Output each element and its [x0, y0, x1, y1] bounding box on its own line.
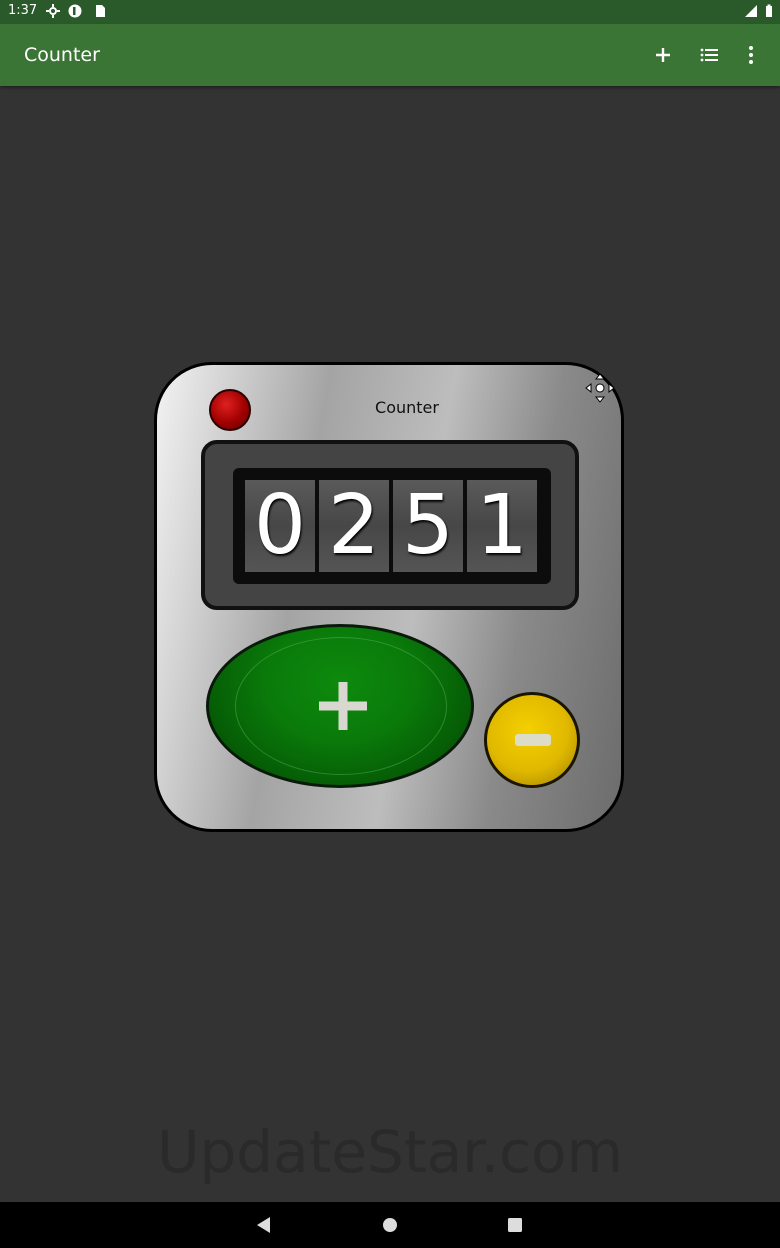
settings-icon — [46, 4, 60, 18]
home-icon[interactable] — [379, 1214, 401, 1236]
digit-hundreds: 2 — [319, 480, 389, 572]
app-bar: Counter — [0, 24, 780, 86]
digit-thousands: 0 — [245, 480, 315, 572]
back-icon[interactable] — [253, 1214, 275, 1236]
status-bar: 1:37 — [0, 0, 780, 24]
list-icon[interactable] — [695, 40, 725, 70]
sd-card-icon — [96, 5, 105, 17]
digit-ones: 1 — [467, 480, 537, 572]
minus-icon — [515, 734, 551, 746]
app-title: Counter — [24, 44, 100, 66]
counter-widget: Counter 0 2 5 1 — [154, 362, 624, 832]
display-frame: 0 2 5 1 — [201, 440, 579, 610]
navigation-bar — [0, 1202, 780, 1248]
more-vert-icon[interactable] — [736, 40, 766, 70]
increment-button[interactable] — [206, 624, 474, 788]
signal-icon — [745, 5, 757, 17]
status-time: 1:37 — [8, 3, 38, 18]
decrement-button[interactable] — [484, 692, 580, 788]
digit-tens: 5 — [393, 480, 463, 572]
recents-icon[interactable] — [504, 1214, 526, 1236]
battery-icon — [766, 4, 772, 17]
counter-label: Counter — [375, 398, 439, 417]
app-icon — [68, 4, 82, 18]
plus-icon — [319, 682, 367, 730]
add-icon[interactable] — [648, 40, 678, 70]
watermark: UpdateStar.com — [157, 1118, 623, 1186]
indicator-light[interactable] — [209, 389, 251, 431]
digit-window: 0 2 5 1 — [233, 468, 551, 584]
move-icon[interactable] — [585, 373, 615, 403]
